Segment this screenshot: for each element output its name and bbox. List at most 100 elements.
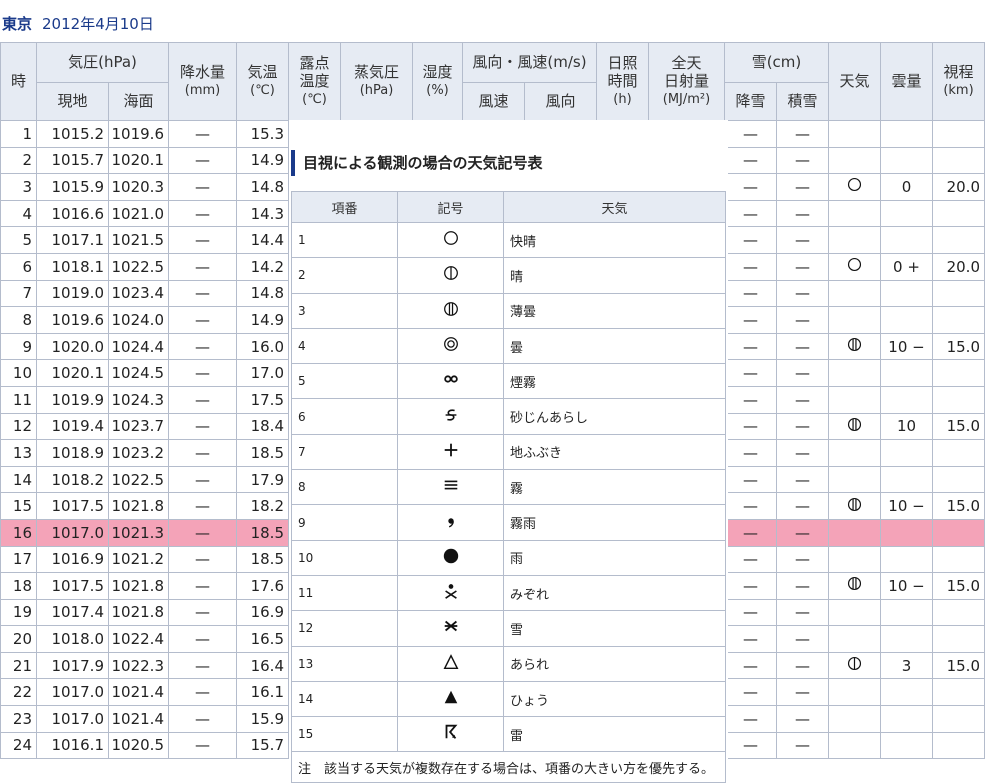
visibility-cell xyxy=(932,545,985,574)
cloud-cell xyxy=(880,705,933,733)
visibility-cell xyxy=(932,359,985,387)
snow-fall-cell: — xyxy=(724,332,777,361)
pressure-sea-cell: 1019.6 xyxy=(108,120,169,148)
cloud-cell xyxy=(880,518,933,547)
weather-cell xyxy=(828,279,881,308)
pressure-station-cell: 1018.9 xyxy=(36,439,109,467)
weather-cell xyxy=(828,120,881,148)
weather-cell xyxy=(828,492,881,520)
weather-cell xyxy=(828,412,881,441)
pressure-station-cell: 1020.1 xyxy=(36,359,109,387)
hour-cell: 18 xyxy=(0,572,37,600)
legend-row: 8霧 xyxy=(291,469,726,506)
date-label: 2012年4月10日 xyxy=(42,15,154,33)
snow-depth-cell: — xyxy=(776,545,829,574)
temp-cell: 16.4 xyxy=(236,651,289,680)
col-pressure-station: 現地 xyxy=(36,82,109,121)
snow-fall-cell: — xyxy=(724,572,777,600)
plus-icon xyxy=(397,433,504,471)
temp-cell: 18.5 xyxy=(236,545,289,574)
cloud-cell: 10 − xyxy=(880,572,933,600)
snow-depth-cell: — xyxy=(776,492,829,520)
weather-symbol-icon xyxy=(846,256,863,277)
legend-weather: あられ xyxy=(503,645,726,682)
visibility-cell xyxy=(932,705,985,733)
temp-cell: 18.4 xyxy=(236,412,289,441)
snow-fall-cell: — xyxy=(724,731,777,760)
cloud-cell xyxy=(880,439,933,467)
col-snow-fall: 降雪 xyxy=(724,82,777,121)
snow-depth-cell: — xyxy=(776,306,829,334)
legend-col-no: 項番 xyxy=(291,191,398,223)
legend-no: 5 xyxy=(291,363,398,400)
temp-cell: 17.9 xyxy=(236,465,289,494)
snow-depth-cell: — xyxy=(776,598,829,627)
pressure-sea-cell: 1021.4 xyxy=(108,705,169,733)
legend-row: 6 砂じんあらし xyxy=(291,398,726,435)
comma-icon xyxy=(397,504,504,541)
weather-cell xyxy=(828,199,881,228)
hour-cell: 15 xyxy=(0,492,37,520)
pressure-sea-cell: 1023.2 xyxy=(108,439,169,467)
triple-bar-icon xyxy=(397,469,504,506)
pressure-station-cell: 1016.1 xyxy=(36,731,109,760)
legend-no: 13 xyxy=(291,645,398,682)
weather-cell xyxy=(828,439,881,467)
pressure-sea-cell: 1021.8 xyxy=(108,492,169,520)
legend-row: 3 薄曇 xyxy=(291,292,726,329)
thunder-icon xyxy=(397,716,504,753)
cloud-cell xyxy=(880,279,933,308)
temp-cell: 15.7 xyxy=(236,731,289,760)
visibility-cell xyxy=(932,518,985,547)
precip-cell: — xyxy=(168,545,237,574)
pressure-sea-cell: 1024.5 xyxy=(108,359,169,387)
visibility-cell xyxy=(932,226,985,254)
filled-triangle-icon xyxy=(397,680,504,718)
pressure-sea-cell: 1020.1 xyxy=(108,146,169,175)
precip-cell: — xyxy=(168,439,237,467)
precip-cell: — xyxy=(168,651,237,680)
temp-cell: 16.0 xyxy=(236,332,289,361)
pressure-station-cell: 1017.0 xyxy=(36,705,109,733)
pressure-sea-cell: 1021.3 xyxy=(108,518,169,547)
precip-cell: — xyxy=(168,625,237,653)
weather-cell xyxy=(828,332,881,361)
precip-cell: — xyxy=(168,359,237,387)
pressure-station-cell: 1016.6 xyxy=(36,199,109,228)
snow-depth-cell: — xyxy=(776,625,829,653)
visibility-cell xyxy=(932,199,985,228)
snow-depth-cell: — xyxy=(776,705,829,733)
snow-fall-cell: — xyxy=(724,226,777,254)
temp-cell: 15.3 xyxy=(236,120,289,148)
legend-col-weather: 天気 xyxy=(503,191,726,223)
legend-row: 14 ひょう xyxy=(291,680,726,718)
legend-weather: 霧雨 xyxy=(503,504,726,541)
legend-no: 14 xyxy=(291,680,398,718)
circle-two-bars-icon xyxy=(397,292,504,329)
legend-no: 12 xyxy=(291,610,398,647)
cloud-cell xyxy=(880,199,933,228)
legend-col-symbol: 記号 xyxy=(397,191,504,223)
precip-cell: — xyxy=(168,199,237,228)
pressure-station-cell: 1015.7 xyxy=(36,146,109,175)
legend-weather: 煙霧 xyxy=(503,363,726,400)
snow-fall-cell: — xyxy=(724,412,777,441)
legend-no: 9 xyxy=(291,504,398,541)
weather-cell xyxy=(828,545,881,574)
pressure-sea-cell: 1020.3 xyxy=(108,173,169,201)
visibility-cell: 15.0 xyxy=(932,332,985,361)
legend-weather: 薄曇 xyxy=(503,292,726,329)
col-snow-depth: 積雪 xyxy=(776,82,829,121)
legend-no: 4 xyxy=(291,327,398,365)
open-triangle-icon xyxy=(397,645,504,682)
snow-depth-cell: — xyxy=(776,731,829,760)
weather-cell xyxy=(828,572,881,600)
col-humidity: 湿度 (%) xyxy=(412,42,463,121)
visibility-cell xyxy=(932,306,985,334)
temp-cell: 15.9 xyxy=(236,705,289,733)
legend-weather: 地ふぶき xyxy=(503,433,726,471)
pressure-sea-cell: 1021.0 xyxy=(108,199,169,228)
weather-symbol-icon xyxy=(846,655,863,676)
legend-no: 10 xyxy=(291,539,398,576)
cloud-cell xyxy=(880,385,933,414)
